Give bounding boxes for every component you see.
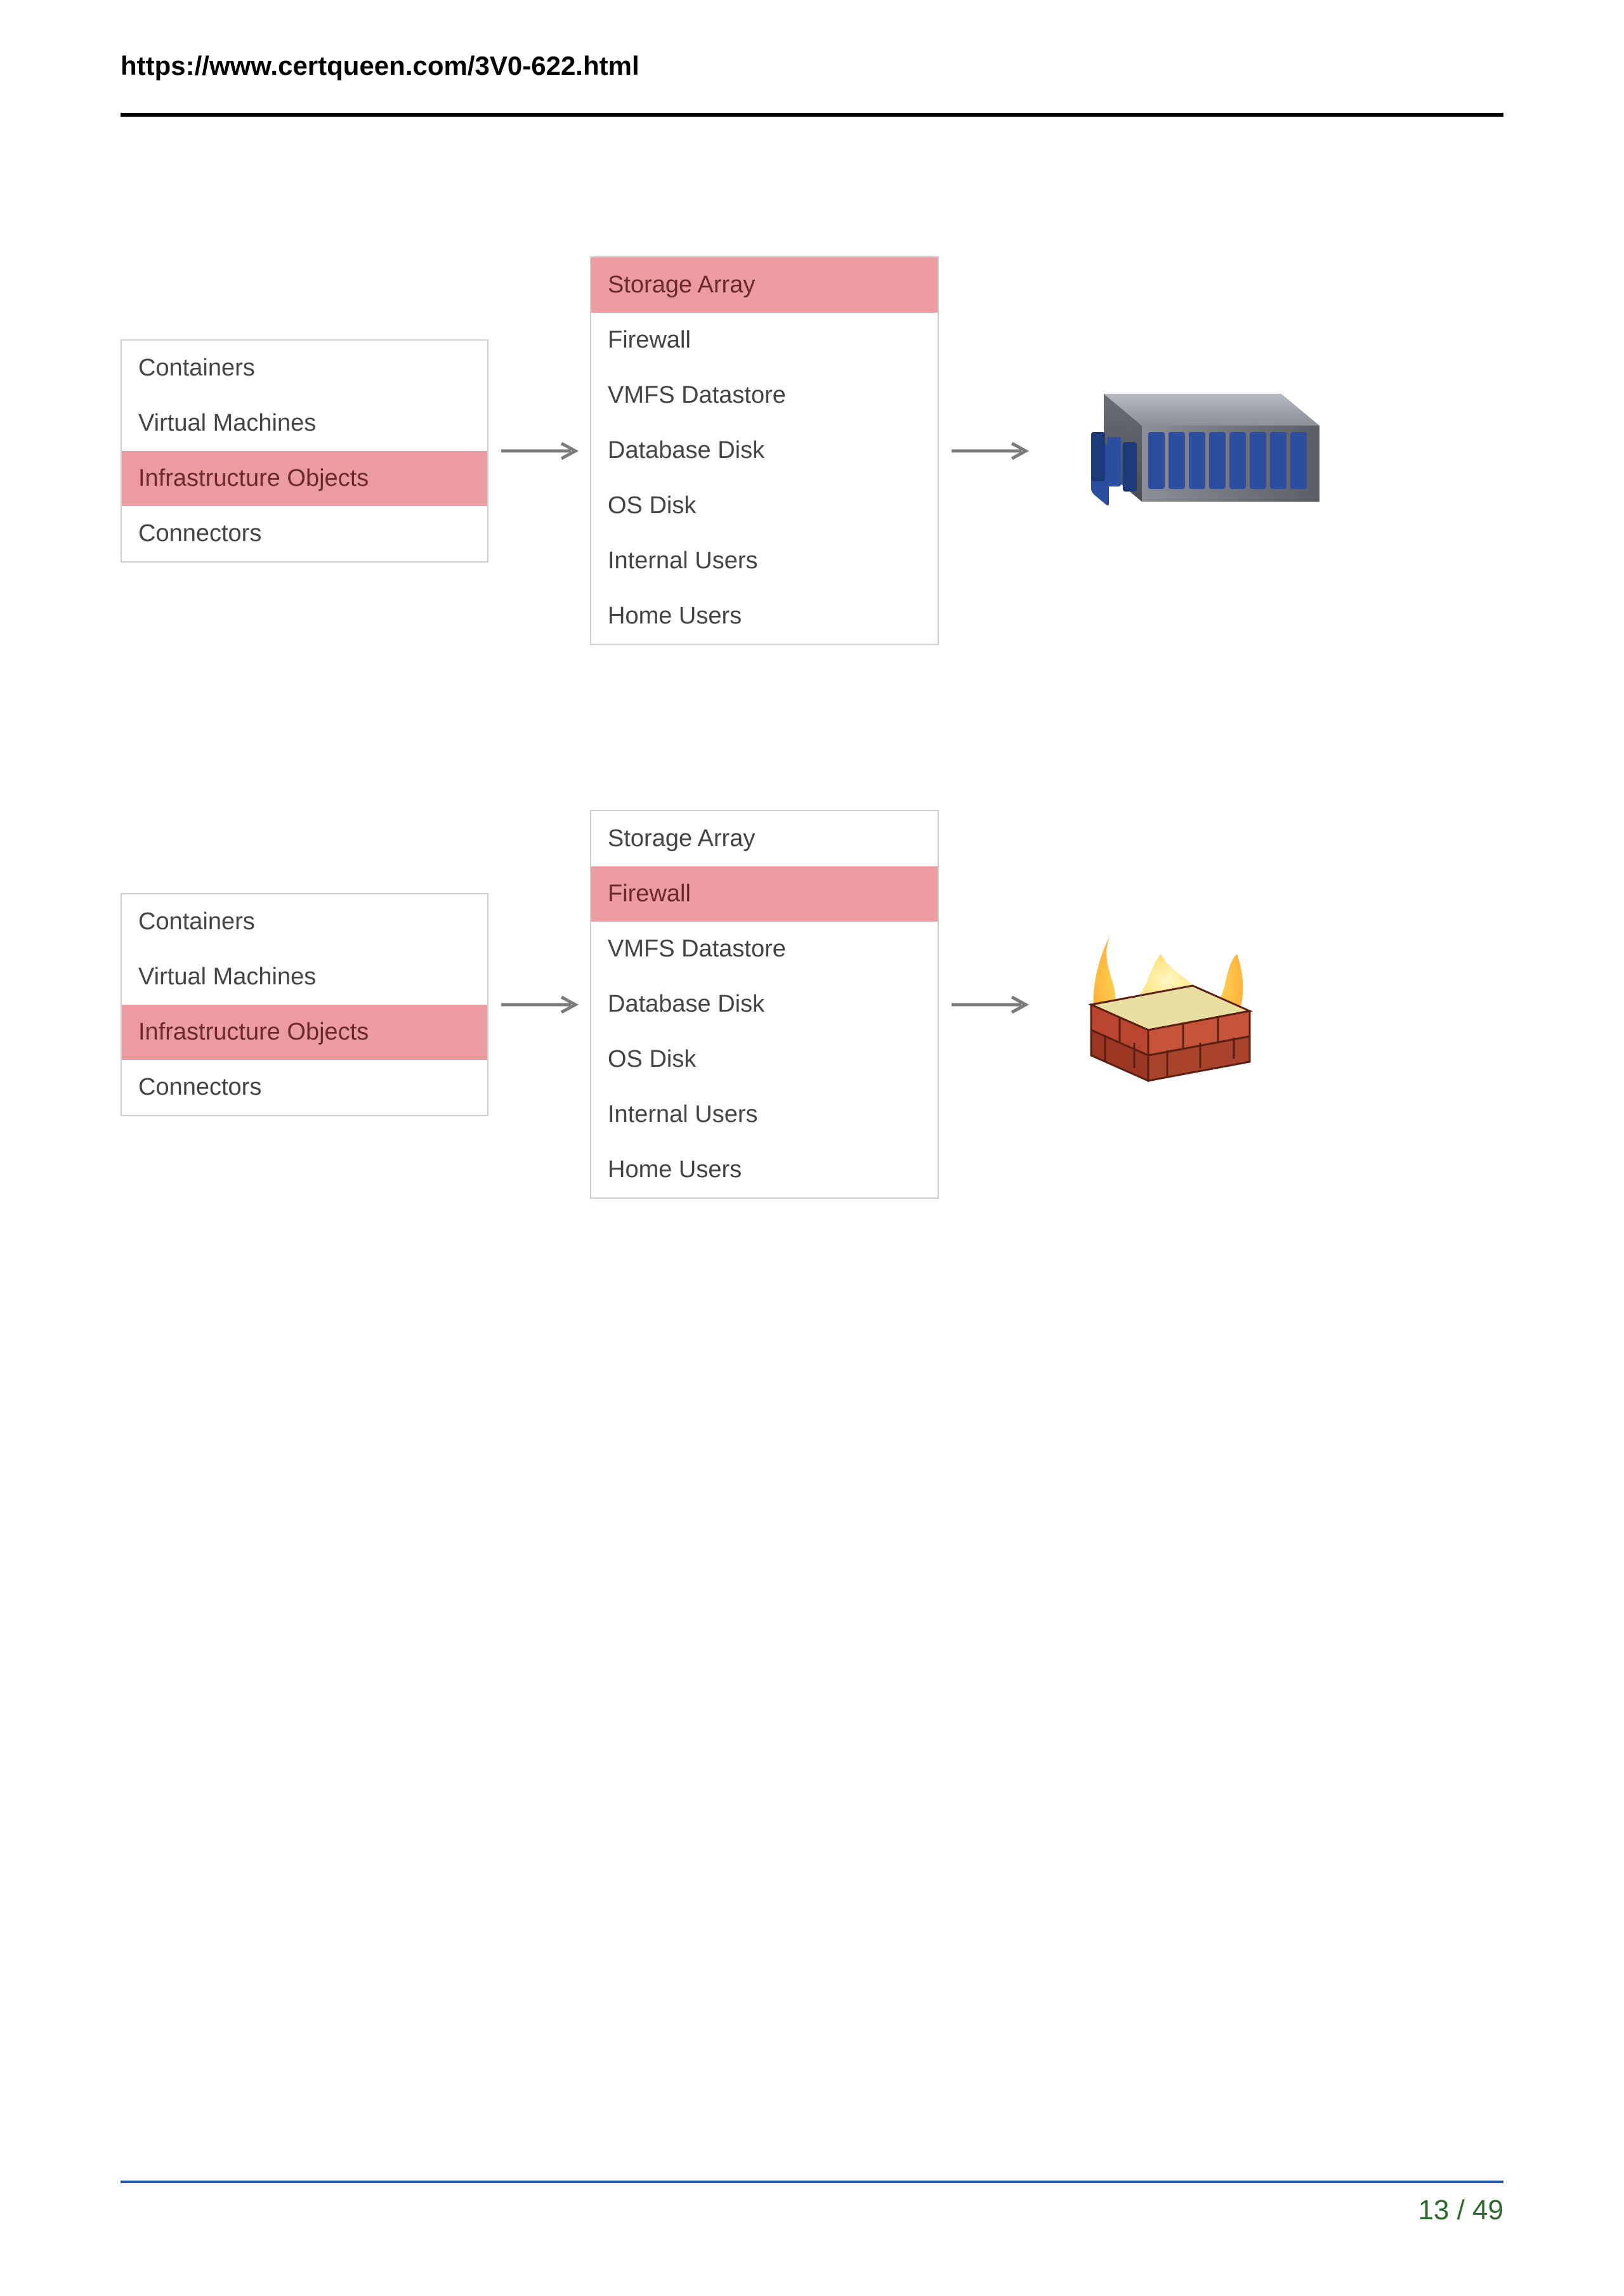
- object-item-firewall[interactable]: Firewall: [591, 866, 938, 922]
- category-item-infrastructure-objects[interactable]: Infrastructure Objects: [122, 1005, 487, 1060]
- arrow-to-icon: [939, 438, 1040, 464]
- object-panel: Storage Array Firewall VMFS Datastore Da…: [590, 810, 939, 1199]
- object-item-home-users[interactable]: Home Users: [591, 589, 938, 644]
- storage-array-icon: [1053, 369, 1332, 533]
- object-item-internal-users[interactable]: Internal Users: [591, 1087, 938, 1142]
- arrow-icon: [498, 992, 580, 1017]
- header-divider: [121, 113, 1503, 117]
- object-item-vmfs-datastore[interactable]: VMFS Datastore: [591, 368, 938, 423]
- category-item-connectors[interactable]: Connectors: [122, 506, 487, 561]
- category-item-virtual-machines[interactable]: Virtual Machines: [122, 949, 487, 1005]
- diagram-firewall: Containers Virtual Machines Infrastructu…: [121, 810, 1503, 1199]
- result-icon-storage: [1040, 369, 1370, 533]
- category-panel: Containers Virtual Machines Infrastructu…: [121, 339, 488, 563]
- object-item-database-disk[interactable]: Database Disk: [591, 423, 938, 478]
- category-item-connectors[interactable]: Connectors: [122, 1060, 487, 1115]
- page-footer: 13 / 49: [121, 2181, 1503, 2226]
- object-item-storage-array[interactable]: Storage Array: [591, 811, 938, 866]
- page-number: 13 / 49: [121, 2195, 1503, 2226]
- arrow-icon: [948, 992, 1031, 1017]
- arrow-to-icon: [939, 992, 1040, 1017]
- object-item-firewall[interactable]: Firewall: [591, 313, 938, 368]
- category-item-containers[interactable]: Containers: [122, 894, 487, 949]
- arrow-to-objects: [488, 438, 590, 464]
- object-item-storage-array[interactable]: Storage Array: [591, 258, 938, 313]
- arrow-icon: [948, 438, 1031, 464]
- firewall-icon: [1053, 910, 1281, 1100]
- arrow-icon: [498, 438, 580, 464]
- result-icon-firewall: [1040, 910, 1370, 1100]
- object-item-home-users[interactable]: Home Users: [591, 1142, 938, 1197]
- header-url: https://www.certqueen.com/3V0-622.html: [121, 51, 1503, 81]
- footer-divider: [121, 2181, 1503, 2183]
- object-item-database-disk[interactable]: Database Disk: [591, 977, 938, 1032]
- arrow-to-objects: [488, 992, 590, 1017]
- object-panel: Storage Array Firewall VMFS Datastore Da…: [590, 256, 939, 645]
- object-item-vmfs-datastore[interactable]: VMFS Datastore: [591, 922, 938, 977]
- object-item-internal-users[interactable]: Internal Users: [591, 533, 938, 589]
- object-item-os-disk[interactable]: OS Disk: [591, 1032, 938, 1087]
- diagram-storage-array: Containers Virtual Machines Infrastructu…: [121, 256, 1503, 645]
- category-panel: Containers Virtual Machines Infrastructu…: [121, 893, 488, 1116]
- object-item-os-disk[interactable]: OS Disk: [591, 478, 938, 533]
- category-item-containers[interactable]: Containers: [122, 341, 487, 396]
- category-item-infrastructure-objects[interactable]: Infrastructure Objects: [122, 451, 487, 506]
- category-item-virtual-machines[interactable]: Virtual Machines: [122, 396, 487, 451]
